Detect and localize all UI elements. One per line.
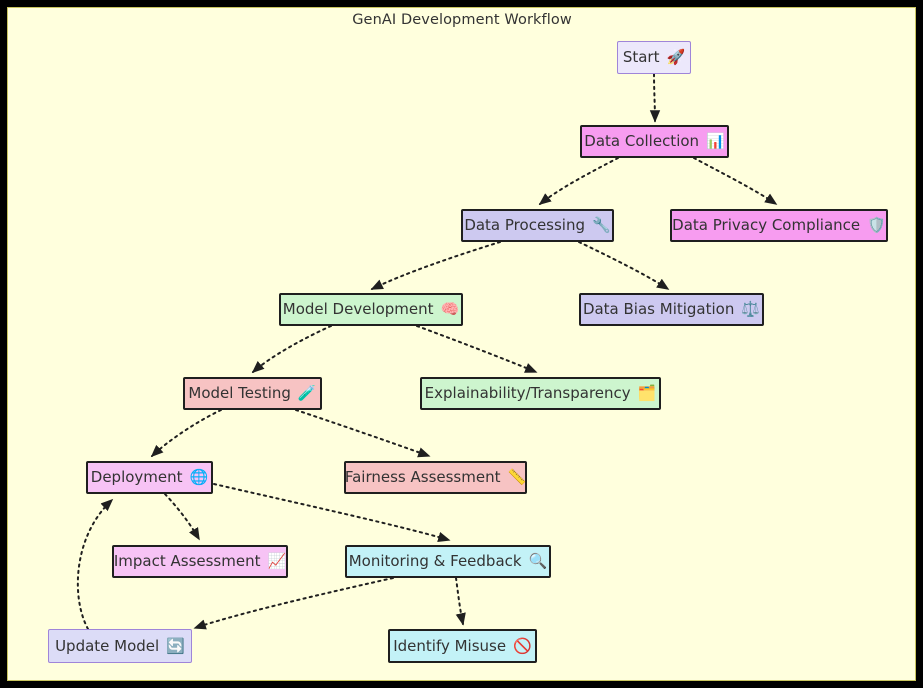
node-update-model[interactable]: Update Model 🔄 <box>48 629 192 663</box>
node-impact-assessment[interactable]: Impact Assessment 📈 <box>112 545 288 578</box>
scales-icon: ⚖️ <box>741 300 761 318</box>
card-index-dividers-icon: 🗂️ <box>637 384 657 402</box>
node-label-monitoring-feedback: Monitoring & Feedback <box>348 552 522 570</box>
node-data-privacy-compliance[interactable]: Data Privacy Compliance 🛡️ <box>670 209 888 242</box>
refresh-arrows-icon: 🔄 <box>166 636 185 655</box>
node-label-fairness-assessment: Fairness Assessment <box>344 468 501 486</box>
node-model-development[interactable]: Model Development 🧠 <box>279 293 463 326</box>
edge-update-model-to-deployment <box>76 498 114 630</box>
node-explainability-transparency[interactable]: Explainability/Transparency 🗂️ <box>420 377 661 410</box>
page-title: GenAI Development Workflow <box>352 12 572 28</box>
globe-icon: 🌐 <box>189 468 209 486</box>
magnifying-glass-icon: 🔍 <box>528 552 548 570</box>
edge-data-collection-to-data-processing <box>538 157 619 205</box>
node-label-identify-misuse: Identify Misuse <box>393 636 507 655</box>
node-label-data-collection: Data Collection <box>584 132 700 150</box>
edge-data-collection-to-data-privacy-compliance <box>693 157 778 205</box>
wrench-icon: 🔧 <box>592 216 611 234</box>
edge-data-processing-to-model-development <box>370 241 501 290</box>
flowchart-canvas: GenAI Development Workflow Start 🚀 Data Co… <box>8 8 915 680</box>
node-data-processing[interactable]: Data Processing 🔧 <box>461 209 614 242</box>
diagram-frame: GenAI Development Workflow Start 🚀 Data Co… <box>0 0 923 688</box>
edge-model-development-to-explainability-transparency <box>416 325 538 373</box>
test-tube-icon: 🧪 <box>297 384 317 402</box>
node-model-testing[interactable]: Model Testing 🧪 <box>183 377 322 410</box>
edge-monitoring-feedback-to-identify-misuse <box>455 577 466 626</box>
node-label-deployment: Deployment <box>90 468 183 486</box>
edge-data-processing-to-data-bias-mitigation <box>578 241 670 290</box>
edge-monitoring-feedback-to-update-model <box>193 577 394 630</box>
node-start[interactable]: Start 🚀 <box>617 41 691 74</box>
edge-model-testing-to-deployment <box>150 409 222 458</box>
node-label-data-bias-mitigation: Data Bias Mitigation <box>582 300 735 318</box>
node-deployment[interactable]: Deployment 🌐 <box>86 461 213 494</box>
prohibited-icon: 🚫 <box>513 636 532 655</box>
shield-icon: 🛡️ <box>867 216 886 234</box>
node-label-data-processing: Data Processing <box>464 216 585 234</box>
edge-model-development-to-model-testing <box>251 325 332 374</box>
node-label-start: Start <box>622 48 660 66</box>
ruler-icon: 📏 <box>507 468 527 486</box>
node-data-bias-mitigation[interactable]: Data Bias Mitigation ⚖️ <box>579 293 764 326</box>
node-data-collection[interactable]: Data Collection 📊 <box>580 125 729 158</box>
node-label-impact-assessment: Impact Assessment <box>113 552 261 570</box>
edge-start-to-data-collection <box>649 73 661 123</box>
bar-chart-icon: 📊 <box>706 132 725 150</box>
edge-deployment-to-impact-assessment <box>164 493 200 541</box>
diagram-canvas-border: GenAI Development Workflow Start 🚀 Data Co… <box>7 7 916 681</box>
node-label-update-model: Update Model <box>55 636 160 655</box>
chart-increasing-icon: 📈 <box>267 552 287 570</box>
edge-layer <box>76 73 778 630</box>
node-label-explainability-transparency: Explainability/Transparency <box>424 384 631 402</box>
node-identify-misuse[interactable]: Identify Misuse 🚫 <box>388 629 537 663</box>
node-monitoring-feedback[interactable]: Monitoring & Feedback 🔍 <box>345 545 551 578</box>
edge-model-testing-to-fairness-assessment <box>295 409 431 458</box>
node-label-data-privacy-compliance: Data Privacy Compliance <box>672 216 861 234</box>
rocket-icon: 🚀 <box>666 48 686 66</box>
node-label-model-testing: Model Testing <box>188 384 291 402</box>
brain-icon: 🧠 <box>440 300 460 318</box>
node-label-model-development: Model Development <box>282 300 434 318</box>
node-fairness-assessment[interactable]: Fairness Assessment 📏 <box>344 461 527 494</box>
